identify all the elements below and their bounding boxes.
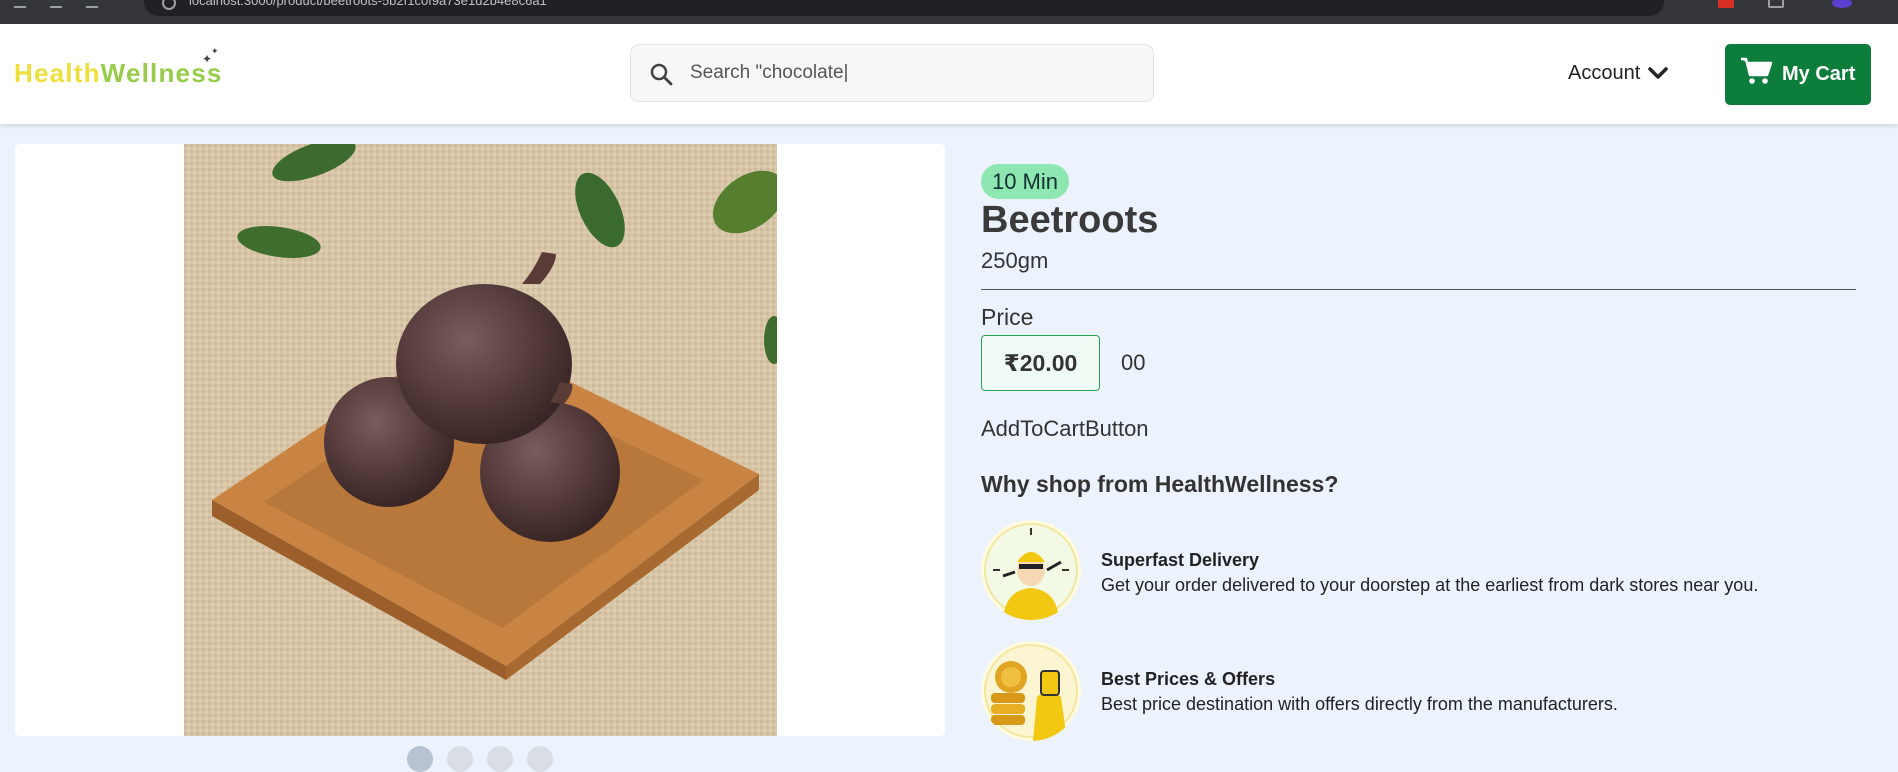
tab-icon[interactable]	[1768, 0, 1784, 8]
back-icon[interactable]	[14, 0, 26, 8]
cart-icon	[1741, 57, 1773, 84]
product-image-card	[15, 144, 945, 736]
my-cart-button[interactable]: My Cart	[1725, 44, 1871, 105]
carousel-dot[interactable]	[447, 746, 473, 772]
product-image	[184, 144, 777, 736]
price-extra: 00	[1121, 350, 1146, 375]
reload-icon[interactable]	[86, 0, 98, 8]
delivery-clock-icon	[981, 520, 1081, 620]
extension-icon[interactable]	[1718, 0, 1734, 8]
browser-toolbar: localhost:3000/product/beetroots-5b2f1c0…	[0, 0, 1898, 24]
carousel-dot[interactable]	[527, 746, 553, 772]
site-info-icon[interactable]	[162, 0, 176, 10]
add-to-cart-button[interactable]: AddToCartButton	[981, 416, 1149, 442]
account-menu[interactable]: Account	[1568, 62, 1640, 85]
product-title: Beetroots	[981, 199, 1159, 241]
logo-part-health: Health	[14, 58, 101, 88]
feature-title: Best Prices & Offers	[1101, 669, 1276, 689]
carousel-dot-active[interactable]	[407, 746, 433, 772]
delivery-time-badge: 10 Min	[981, 164, 1069, 199]
carousel-dot[interactable]	[487, 746, 513, 772]
search-input[interactable]: Search "chocolate|	[690, 62, 849, 84]
price-label: Price	[981, 304, 1034, 330]
forward-icon[interactable]	[50, 0, 62, 8]
sparkle-small-icon: ✦	[211, 46, 219, 56]
site-header: HealthWellness ✦ ✦ Search "chocolate| Ac…	[0, 24, 1898, 124]
profile-avatar[interactable]	[1832, 0, 1852, 8]
chevron-down-icon[interactable]	[1648, 65, 1668, 81]
feature-title: Superfast Delivery	[1101, 550, 1260, 570]
address-url[interactable]: localhost:3000/product/beetroots-5b2f1c0…	[189, 0, 547, 8]
search-icon	[650, 63, 673, 86]
feature-description: Best price destination with offers direc…	[1101, 694, 1618, 714]
feature-description: Get your order delivered to your doorste…	[1101, 575, 1759, 595]
search-bar[interactable]: Search "chocolate|	[630, 44, 1154, 102]
my-cart-label: My Cart	[1782, 63, 1856, 85]
site-logo[interactable]: HealthWellness	[14, 58, 223, 89]
price-box[interactable]: ₹20.00	[981, 335, 1100, 391]
product-weight: 250gm	[981, 248, 1049, 273]
coins-offer-icon	[981, 641, 1081, 741]
why-shop-heading: Why shop from HealthWellness?	[981, 471, 1339, 497]
section-divider	[981, 289, 1856, 290]
address-bar[interactable]: localhost:3000/product/beetroots-5b2f1c0…	[144, 0, 1664, 16]
